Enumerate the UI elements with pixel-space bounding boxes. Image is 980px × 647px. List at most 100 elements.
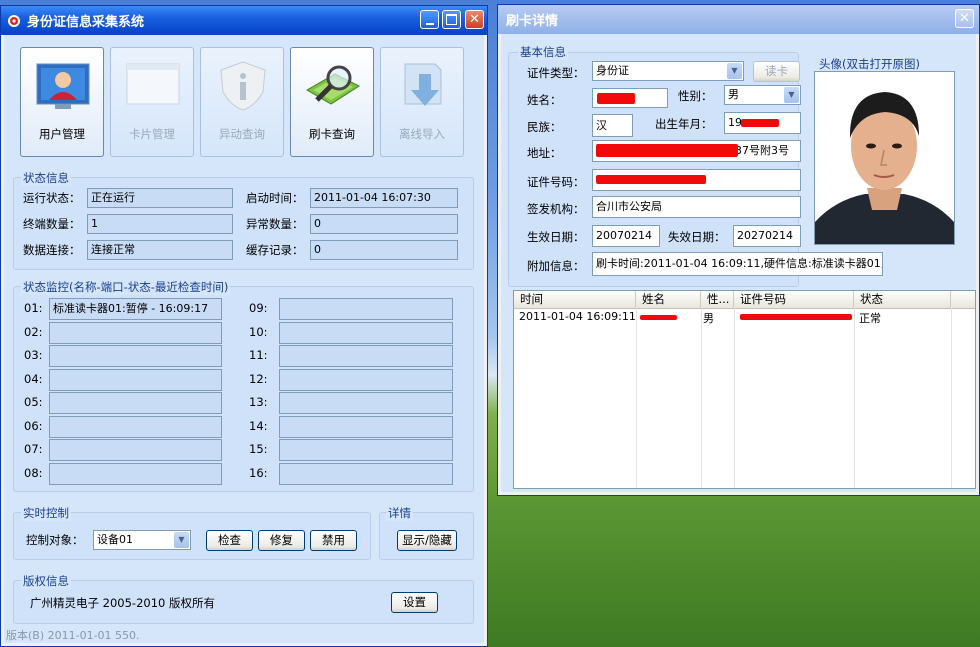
cache-label: 缓存记录：	[246, 243, 304, 257]
id-type-label: 证件类型：	[527, 66, 585, 80]
monitor-slot-field	[49, 392, 222, 414]
minimize-icon	[425, 22, 434, 25]
terminal-count-label: 终端数量：	[23, 217, 81, 231]
toolbar-card-query[interactable]: 刷卡查询	[290, 47, 374, 157]
column-header-name[interactable]: 姓名	[636, 291, 701, 308]
gender-select[interactable]: 男 ▼	[724, 85, 801, 105]
close-button[interactable]: ✕	[465, 10, 484, 29]
cell-gender: 男	[703, 312, 714, 325]
dropdown-arrow-icon[interactable]: ▼	[174, 532, 189, 548]
detail-title-bar[interactable]: 刷卡详情 ✕	[498, 5, 979, 34]
cell-time: 2011-01-04 16:09:11	[519, 310, 636, 323]
close-icon: ✕	[469, 12, 480, 27]
terminal-count-field: 1	[87, 214, 233, 234]
monitor-slot-number: 15:	[249, 442, 268, 456]
cell-id-redaction	[740, 314, 852, 320]
settings-button[interactable]: 设置	[391, 592, 438, 613]
monitor-slot-field	[279, 321, 453, 344]
toolbar-label: 刷卡查询	[309, 127, 355, 141]
monitor-slot-number: 04:	[24, 371, 43, 386]
toolbar-change-query[interactable]: 异动查询	[200, 47, 284, 157]
id-type-select[interactable]: 身份证 ▼	[592, 61, 744, 81]
id-photo[interactable]	[814, 71, 955, 245]
main-client-area: 用户管理 卡片管理 异动查询 刷卡查询 离线导入 状态信息 运行状态： 正在运行…	[4, 35, 484, 643]
monitor-slot-number: 14:	[249, 418, 268, 433]
detail-close-button[interactable]: ✕	[955, 9, 974, 28]
extra-info-field: 刷卡时间:2011-01-04 16:09:11,硬件信息:标准读卡器01,	[592, 252, 883, 276]
column-divider	[951, 308, 952, 488]
run-state-label: 运行状态：	[23, 191, 81, 205]
photo-title: 头像(双击打开原图)	[819, 57, 920, 71]
toolbar-offline-import[interactable]: 离线导入	[380, 47, 464, 157]
main-title-bar[interactable]: 身份证信息采集系统 ✕	[1, 6, 487, 35]
detail-window: 刷卡详情 ✕ 基本信息 证件类型： 身份证 ▼ 读卡 姓名： 性别： 男 ▼ 民…	[497, 4, 980, 496]
status-group-title: 状态信息	[21, 170, 71, 186]
issuer-label: 签发机构：	[527, 202, 585, 216]
monitor-slot-number: 05:	[24, 395, 43, 409]
check-button[interactable]: 检查	[206, 530, 253, 551]
column-header-id-number[interactable]: 证件号码	[734, 291, 854, 308]
table-row[interactable]: 2011-01-04 16:09:11 男 正常	[514, 308, 975, 325]
monitor-slot-field	[49, 439, 222, 461]
error-count-label: 异常数量：	[246, 217, 304, 231]
detail-window-title: 刷卡详情	[506, 14, 559, 29]
copyright-group-title: 版权信息	[21, 573, 71, 589]
show-hide-button[interactable]: 显示/隐藏	[397, 530, 457, 551]
id-number-redaction	[596, 175, 706, 184]
cache-field: 0	[310, 240, 458, 260]
toolbar-label: 离线导入	[399, 127, 445, 141]
monitor-slot-number: 01:	[24, 301, 43, 315]
column-header-status[interactable]: 状态	[854, 291, 951, 308]
control-target-label: 控制对象：	[26, 533, 84, 547]
monitor-group-title: 状态监控(名称-端口-状态-最近检查时间)	[21, 279, 231, 295]
monitor-slot-number: 11:	[249, 348, 268, 362]
record-table[interactable]: 时间 姓名 性... 证件号码 状态 2011-01-04 16:09:11 男…	[513, 290, 976, 489]
column-header-time[interactable]: 时间	[514, 291, 636, 308]
record-table-header: 时间 姓名 性... 证件号码 状态	[514, 291, 975, 309]
extra-info-label: 附加信息：	[527, 259, 585, 273]
disable-button[interactable]: 禁用	[310, 530, 357, 551]
minimize-button[interactable]	[420, 10, 439, 29]
address-redaction	[596, 144, 738, 157]
monitor-slot-number: 06:	[24, 418, 43, 433]
control-target-select[interactable]: 设备01 ▼	[93, 530, 191, 550]
monitor-slot-number: 16:	[249, 465, 268, 480]
app-eye-icon	[8, 14, 20, 27]
birth-label: 出生年月：	[655, 117, 713, 131]
card-window-icon	[126, 63, 180, 105]
monitor-slot-number: 03:	[24, 348, 43, 362]
monitor-slot-field	[279, 345, 453, 367]
detail-client-area: 基本信息 证件类型： 身份证 ▼ 读卡 姓名： 性别： 男 ▼ 民族： 汉 出生…	[501, 34, 976, 492]
dropdown-arrow-icon[interactable]: ▼	[727, 63, 742, 79]
control-target-value: 设备01	[97, 533, 133, 546]
toolbar-card-management[interactable]: 卡片管理	[110, 47, 194, 157]
basic-info-title: 基本信息	[518, 44, 568, 60]
monitor-slot-number: 02:	[24, 324, 43, 339]
monitor-slot-number: 09:	[249, 301, 268, 315]
birth-redaction	[741, 119, 779, 127]
main-window-title: 身份证信息采集系统	[27, 15, 145, 30]
portrait-image	[815, 72, 954, 244]
toolbar-label: 卡片管理	[129, 127, 175, 141]
column-header-gender[interactable]: 性...	[701, 291, 734, 308]
monitor-slot-field	[279, 439, 453, 461]
monitor-slot-number: 13:	[249, 395, 268, 409]
valid-from-field: 20070214	[592, 225, 660, 247]
name-label: 姓名：	[527, 93, 562, 107]
monitor-slot-field: 标准读卡器01:暂停 - 16:09:17	[49, 298, 222, 320]
cell-name-redaction	[640, 315, 677, 320]
monitor-slot-field	[279, 462, 453, 485]
ethnicity-label: 民族：	[527, 120, 562, 134]
repair-button[interactable]: 修复	[258, 530, 305, 551]
id-type-value: 身份证	[596, 64, 629, 77]
read-card-button[interactable]: 读卡	[753, 61, 800, 82]
copyright-text: 广州精灵电子 2005-2010 版权所有	[30, 596, 215, 610]
maximize-button[interactable]	[442, 10, 461, 29]
dropdown-arrow-icon[interactable]: ▼	[784, 87, 799, 103]
info-shield-icon	[220, 61, 266, 111]
monitor-slot-field	[279, 415, 453, 438]
toolbar-user-management[interactable]: 用户管理	[20, 47, 104, 157]
column-divider	[701, 308, 702, 488]
address-tail: 37号附3号	[735, 144, 789, 157]
close-icon: ✕	[959, 11, 970, 26]
